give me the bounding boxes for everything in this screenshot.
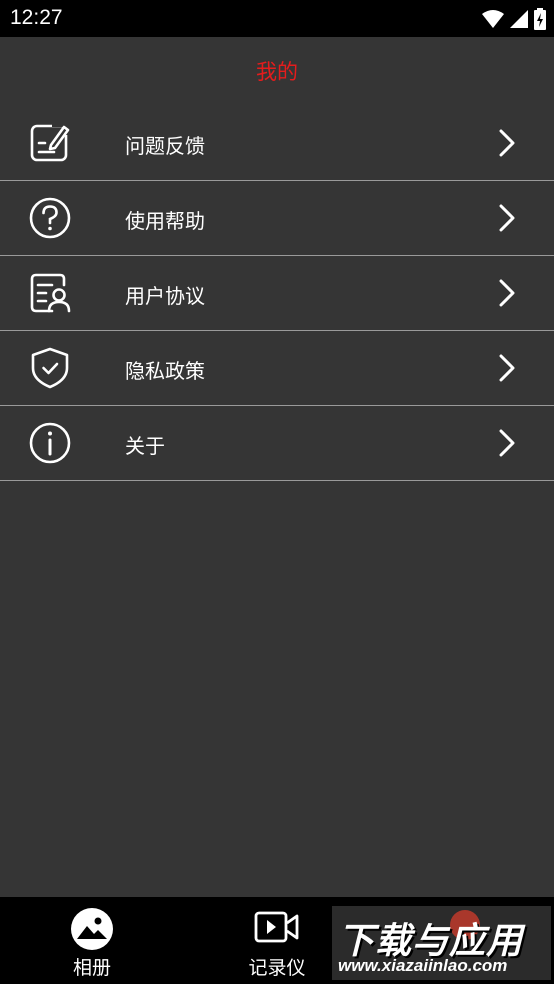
- status-bar: 12:27: [0, 0, 554, 37]
- user-agreement-icon: [30, 273, 71, 313]
- tab-album[interactable]: 相册: [32, 897, 152, 984]
- tab-label: 相册: [72, 957, 111, 979]
- chevron-right-icon: [499, 429, 515, 457]
- page-title: 我的: [256, 60, 298, 84]
- chevron-right-icon: [499, 129, 515, 157]
- watermark-url: www.xiazaiinlao.com: [338, 956, 508, 975]
- info-circle-icon: [29, 422, 71, 464]
- menu-item-label: 用户协议: [125, 284, 205, 308]
- video-recorder-icon: [254, 911, 299, 943]
- chevron-right-icon: [499, 354, 515, 382]
- feedback-edit-icon: [30, 123, 70, 162]
- watermark-logo: 下载与应用 www.xiazaiinlao.com: [332, 906, 551, 980]
- chevron-right-icon: [499, 279, 515, 307]
- chevron-right-icon: [499, 204, 515, 232]
- tab-label: 记录仪: [248, 957, 306, 979]
- status-time: 12:27: [10, 6, 63, 29]
- menu-item-label: 问题反馈: [125, 134, 205, 158]
- status-icons: [482, 8, 546, 30]
- battery-icon: [534, 8, 546, 30]
- menu-item-help[interactable]: 使用帮助: [0, 181, 554, 256]
- menu-item-label: 隐私政策: [125, 359, 205, 383]
- tab-recorder[interactable]: 记录仪: [217, 897, 337, 984]
- menu-item-label: 关于: [125, 434, 165, 458]
- menu-item-user-agreement[interactable]: 用户协议: [0, 256, 554, 331]
- wifi-icon: [482, 10, 504, 28]
- settings-menu: 问题反馈 使用帮助 用户协议 隐私政策 关于: [0, 106, 554, 481]
- menu-item-feedback[interactable]: 问题反馈: [0, 106, 554, 181]
- help-circle-icon: [29, 197, 71, 239]
- menu-item-privacy-policy[interactable]: 隐私政策: [0, 331, 554, 406]
- privacy-shield-icon: [31, 347, 69, 389]
- menu-item-label: 使用帮助: [125, 209, 205, 233]
- album-icon: [71, 908, 113, 950]
- signal-icon: [510, 10, 528, 28]
- menu-item-about[interactable]: 关于: [0, 406, 554, 481]
